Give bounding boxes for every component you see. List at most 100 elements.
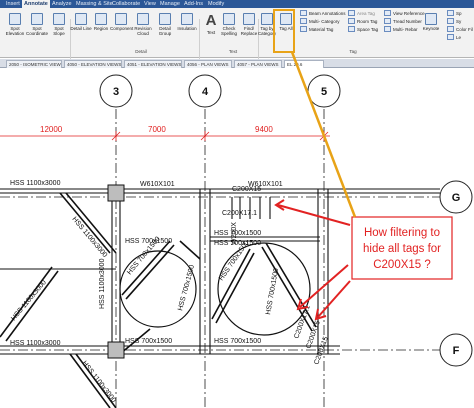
view-tab[interactable]: 4050 - ELEVATION VIEWS: [64, 60, 122, 68]
text-a-icon: A: [205, 12, 217, 29]
dimension-12000: 12000: [40, 125, 63, 134]
detail-group-button[interactable]: Detail Group: [154, 11, 176, 36]
spot-slope-icon: [53, 13, 65, 25]
text-label: Text: [206, 30, 216, 35]
legend-button[interactable]: Le: [447, 34, 461, 41]
tag-all-label: Tag All: [279, 26, 293, 31]
group-detail-label: Detail: [135, 49, 147, 54]
group-text-label: Text: [228, 49, 238, 54]
grid-bubble-g[interactable]: G: [439, 180, 473, 214]
view-tab-active[interactable]: EL 29.6: [284, 60, 324, 68]
region-button[interactable]: Region: [90, 11, 112, 31]
spot-elevation-label: Spot Elevation: [5, 26, 25, 36]
tab-manage[interactable]: Manage: [158, 0, 182, 8]
room-tag-button[interactable]: Room Tag: [348, 18, 377, 25]
find-replace-icon: [243, 13, 255, 25]
tab-add-ins[interactable]: Add-Ins: [182, 0, 205, 8]
insulation-button[interactable]: Insulation: [176, 11, 198, 31]
spot-coordinate-icon: [31, 13, 43, 25]
component-button[interactable]: Component: [110, 11, 134, 31]
view-reference-button[interactable]: View Reference: [384, 10, 425, 17]
tab-view[interactable]: View: [142, 0, 158, 8]
view-tab-bar: 2050 - ISOMETRIC VIEW 4050 - ELEVATION V…: [0, 59, 474, 68]
spot-coordinate-button[interactable]: Spot Coordinate: [26, 11, 48, 36]
view-tab[interactable]: 4056 - PLAN VIEWS: [184, 60, 232, 68]
tag-all-button[interactable]: Tag All: [275, 11, 297, 31]
grid-bubble-5[interactable]: 5: [307, 74, 341, 108]
insulation-label: Insulation: [177, 26, 197, 31]
tag-all-icon: [280, 13, 292, 25]
keynote-button[interactable]: Keynote: [420, 11, 442, 31]
dimension-7000: 7000: [148, 125, 166, 134]
revision-cloud-icon: [137, 13, 149, 25]
check-spelling-button[interactable]: Check Spelling: [218, 11, 240, 36]
keynote-label: Keynote: [422, 26, 440, 31]
material-tag-button[interactable]: Material Tag: [300, 26, 333, 33]
span-label-button[interactable]: Sp: [447, 10, 462, 17]
tab-insert[interactable]: Insert: [4, 0, 22, 8]
component-icon: [115, 13, 127, 25]
svg-text:HSS 1100x3000: HSS 1100x3000: [80, 360, 117, 404]
region-label: Region: [93, 26, 109, 31]
region-icon: [95, 13, 107, 25]
spot-elevation-button[interactable]: Spot Elevation: [4, 11, 26, 36]
spot-slope-button[interactable]: Spot Slope: [48, 11, 70, 36]
tab-massing-site[interactable]: Massing & Site: [74, 0, 115, 8]
column-f3[interactable]: [107, 341, 125, 359]
spot-coordinate-label: Spot Coordinate: [26, 26, 49, 36]
callout-line-2: hide all tags for: [363, 243, 441, 255]
color-fill-button[interactable]: Color Fil: [447, 26, 473, 33]
detail-group-label: Detail Group: [158, 26, 172, 36]
keynote-icon: [425, 13, 437, 25]
detail-line-button[interactable]: Detail Line: [70, 11, 92, 31]
drawing-canvas[interactable]: 3 4 5 G F 12000 7000 9400 HSS 1100x3000 …: [0, 69, 474, 408]
svg-text:F: F: [453, 345, 460, 357]
structural-plan-drawing: 3 4 5 G F 12000 7000 9400 HSS 1100x3000 …: [0, 74, 473, 408]
multi-rebar-button[interactable]: Multi- Rebar: [384, 26, 418, 33]
group-tag-label: Tag: [349, 49, 357, 54]
callout-line-3: C200X15 ?: [373, 259, 431, 271]
svg-text:HSS 1100x3000: HSS 1100x3000: [99, 258, 106, 309]
area-tag-button[interactable]: Area Tag: [348, 10, 375, 17]
detail-line-icon: [75, 13, 87, 25]
svg-text:HSS 1100x3000: HSS 1100x3000: [10, 279, 48, 322]
revision-cloud-button[interactable]: Revision Cloud: [132, 11, 154, 36]
tab-annotate[interactable]: Annotate: [22, 0, 50, 8]
grid-bubble-4[interactable]: 4: [188, 74, 222, 108]
svg-text:5: 5: [321, 86, 327, 98]
svg-text:HSS 1100x3000: HSS 1100x3000: [10, 340, 61, 347]
tab-collaborate[interactable]: Collaborate: [110, 0, 142, 8]
check-spelling-label: Check Spelling: [220, 26, 237, 36]
multi-category-button[interactable]: Multi- Category: [300, 18, 340, 25]
detail-group-icon: [159, 13, 171, 25]
tread-number-button[interactable]: Tread Number: [384, 18, 422, 25]
view-tab[interactable]: 2050 - ISOMETRIC VIEW: [6, 60, 62, 68]
detail-line-label: Detail Line: [70, 26, 92, 31]
svg-text:W610X101: W610X101: [140, 181, 175, 188]
tab-analyze[interactable]: Analyze: [50, 0, 74, 8]
tag-by-category-label: Tag by Category: [257, 26, 277, 36]
dimension-string[interactable]: 12000 7000 9400: [0, 125, 330, 141]
symbol-button[interactable]: Sy: [447, 18, 461, 25]
beam-annotations-button[interactable]: Beam Annotations: [300, 10, 346, 17]
view-tab[interactable]: 4057 - PLAN VIEWS: [234, 60, 282, 68]
callout-line-1: How filtering to: [364, 227, 440, 239]
space-tag-button[interactable]: Space Tag: [348, 26, 378, 33]
svg-text:3: 3: [113, 86, 119, 98]
insulation-icon: [181, 13, 193, 25]
circular-openings: [119, 242, 311, 336]
svg-text:HSS 700x1500: HSS 700x1500: [214, 338, 261, 345]
member-tags[interactable]: HSS 1100x3000 HSS 1100x3000 W610X101 W61…: [10, 180, 330, 404]
tab-modify[interactable]: Modify: [206, 0, 226, 8]
column-g3[interactable]: [107, 184, 125, 202]
find-replace-label: Find/ Replace: [240, 26, 258, 36]
view-tab[interactable]: 4051 - ELEVATION VIEWS: [124, 60, 182, 68]
component-label: Component: [110, 26, 134, 31]
ribbon-panel: Spot Elevation Spot Coordinate Spot Slop…: [0, 8, 474, 61]
grid-bubble-3[interactable]: 3: [99, 74, 133, 108]
tag-icon: [261, 13, 273, 25]
spot-slope-label: Spot Slope: [53, 26, 65, 36]
revision-cloud-label: Revision Cloud: [134, 26, 152, 36]
grid-bubble-f[interactable]: F: [439, 333, 473, 367]
spellcheck-icon: [223, 13, 235, 25]
